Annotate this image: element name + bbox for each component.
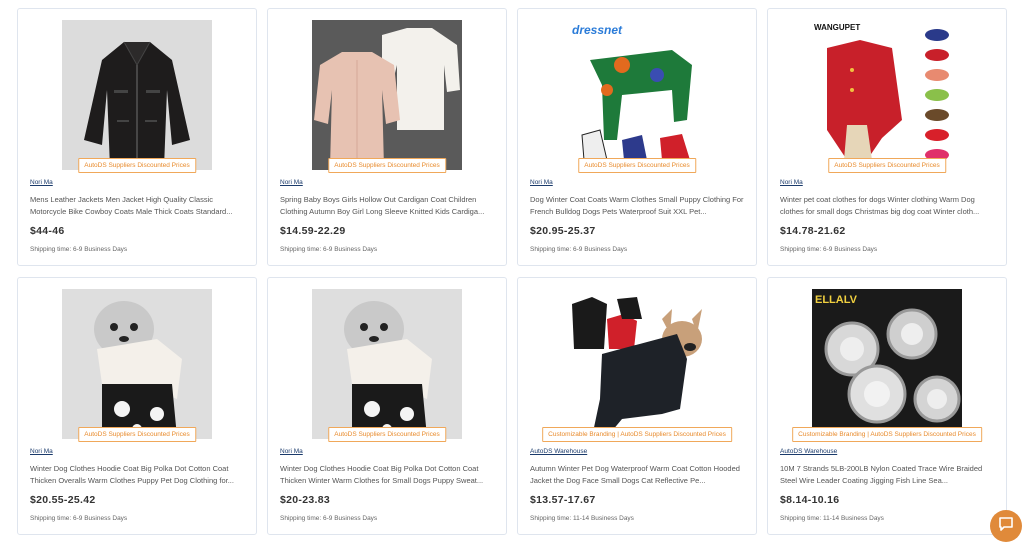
supplier-link[interactable]: Nori Ma — [280, 179, 303, 186]
shipping-time: Shipping time: 6-9 Business Days — [780, 246, 878, 253]
supplier-link[interactable]: AutoDS Warehouse — [780, 448, 837, 455]
product-image-area[interactable] — [18, 278, 256, 442]
product-image-knit-cardigans[interactable] — [312, 20, 462, 170]
product-card[interactable]: AutoDS Suppliers Discounted Prices Nori … — [267, 277, 507, 535]
supplier-link[interactable]: Nori Ma — [780, 179, 803, 186]
product-price: $20.55-25.42 — [30, 494, 96, 506]
product-price: $8.14-10.16 — [780, 494, 840, 506]
product-image-wire-spools[interactable]: ELLALV — [812, 289, 962, 439]
product-price: $14.59-22.29 — [280, 225, 346, 237]
discount-badge: AutoDS Suppliers Discounted Prices — [578, 158, 696, 173]
product-title[interactable]: Winter pet coat clothes for dogs Winter … — [780, 194, 996, 218]
product-title[interactable]: Autumn Winter Pet Dog Waterproof Warm Co… — [530, 463, 746, 487]
product-image-area[interactable] — [518, 278, 756, 442]
shipping-time: Shipping time: 6-9 Business Days — [280, 515, 378, 522]
chat-button[interactable] — [990, 510, 1022, 542]
shipping-time: Shipping time: 6-9 Business Days — [280, 246, 378, 253]
supplier-link[interactable]: Nori Ma — [30, 179, 53, 186]
shipping-time: Shipping time: 6-9 Business Days — [530, 246, 628, 253]
product-card[interactable]: WANGUPET AutoDS Suppliers Discounted Pri… — [767, 8, 1007, 266]
product-card[interactable]: Customizable Branding | AutoDS Suppliers… — [517, 277, 757, 535]
branding-badge: Customizable Branding | AutoDS Suppliers… — [792, 427, 982, 442]
product-image-area[interactable]: WANGUPET — [768, 9, 1006, 173]
supplier-link[interactable]: Nori Ma — [30, 448, 53, 455]
supplier-link[interactable]: Nori Ma — [530, 179, 553, 186]
shipping-time: Shipping time: 11-14 Business Days — [780, 515, 884, 522]
product-image-leather-jacket[interactable] — [62, 20, 212, 170]
product-card[interactable]: AutoDS Suppliers Discounted Prices Nori … — [267, 8, 507, 266]
supplier-link[interactable]: Nori Ma — [280, 448, 303, 455]
shipping-time: Shipping time: 6-9 Business Days — [30, 246, 128, 253]
product-card[interactable]: ELLALV Customizable Branding | AutoDS Su… — [767, 277, 1007, 535]
chat-icon — [998, 516, 1014, 537]
product-image-area[interactable]: ELLALV — [768, 278, 1006, 442]
product-image-area[interactable]: dressnet — [518, 9, 756, 173]
discount-badge: AutoDS Suppliers Discounted Prices — [828, 158, 946, 173]
discount-badge: AutoDS Suppliers Discounted Prices — [78, 158, 196, 173]
product-card[interactable]: AutoDS Suppliers Discounted Prices Nori … — [17, 8, 257, 266]
shipping-time: Shipping time: 6-9 Business Days — [30, 515, 128, 522]
discount-badge: AutoDS Suppliers Discounted Prices — [328, 158, 446, 173]
product-title[interactable]: Dog Winter Coat Coats Warm Clothes Small… — [530, 194, 746, 218]
product-image-dog-polka-hoodie[interactable] — [312, 289, 462, 439]
product-price: $20-23.83 — [280, 494, 330, 506]
product-price: $14.78-21.62 — [780, 225, 846, 237]
product-price: $44-46 — [30, 225, 65, 237]
product-title[interactable]: Mens Leather Jackets Men Jacket High Qua… — [30, 194, 246, 218]
product-title[interactable]: Winter Dog Clothes Hoodie Coat Big Polka… — [30, 463, 246, 487]
product-price: $20.95-25.37 — [530, 225, 596, 237]
product-image-bulldog-black-jacket[interactable] — [562, 289, 712, 439]
supplier-link[interactable]: AutoDS Warehouse — [530, 448, 587, 455]
product-title[interactable]: Winter Dog Clothes Hoodie Coat Big Polka… — [280, 463, 496, 487]
product-image-dog-camo-suit[interactable]: dressnet — [562, 20, 712, 170]
svg-text:WANGUPET: WANGUPET — [814, 23, 860, 32]
branding-badge: Customizable Branding | AutoDS Suppliers… — [542, 427, 732, 442]
product-image-dog-red-vest[interactable]: WANGUPET — [812, 20, 962, 170]
discount-badge: AutoDS Suppliers Discounted Prices — [328, 427, 446, 442]
product-image-dog-polka-hoodie[interactable] — [62, 289, 212, 439]
product-image-area[interactable] — [18, 9, 256, 173]
discount-badge: AutoDS Suppliers Discounted Prices — [78, 427, 196, 442]
shipping-time: Shipping time: 11-14 Business Days — [530, 515, 634, 522]
product-price: $13.57-17.67 — [530, 494, 596, 506]
product-image-area[interactable] — [268, 278, 506, 442]
product-image-area[interactable] — [268, 9, 506, 173]
product-title[interactable]: Spring Baby Boys Girls Hollow Out Cardig… — [280, 194, 496, 218]
product-title[interactable]: 10M 7 Strands 5LB-200LB Nylon Coated Tra… — [780, 463, 996, 487]
product-card[interactable]: dressnet AutoDS Suppliers Discounted Pri… — [517, 8, 757, 266]
svg-text:dressnet: dressnet — [572, 23, 623, 37]
svg-text:ELLALV: ELLALV — [815, 294, 858, 306]
product-card[interactable]: AutoDS Suppliers Discounted Prices Nori … — [17, 277, 257, 535]
